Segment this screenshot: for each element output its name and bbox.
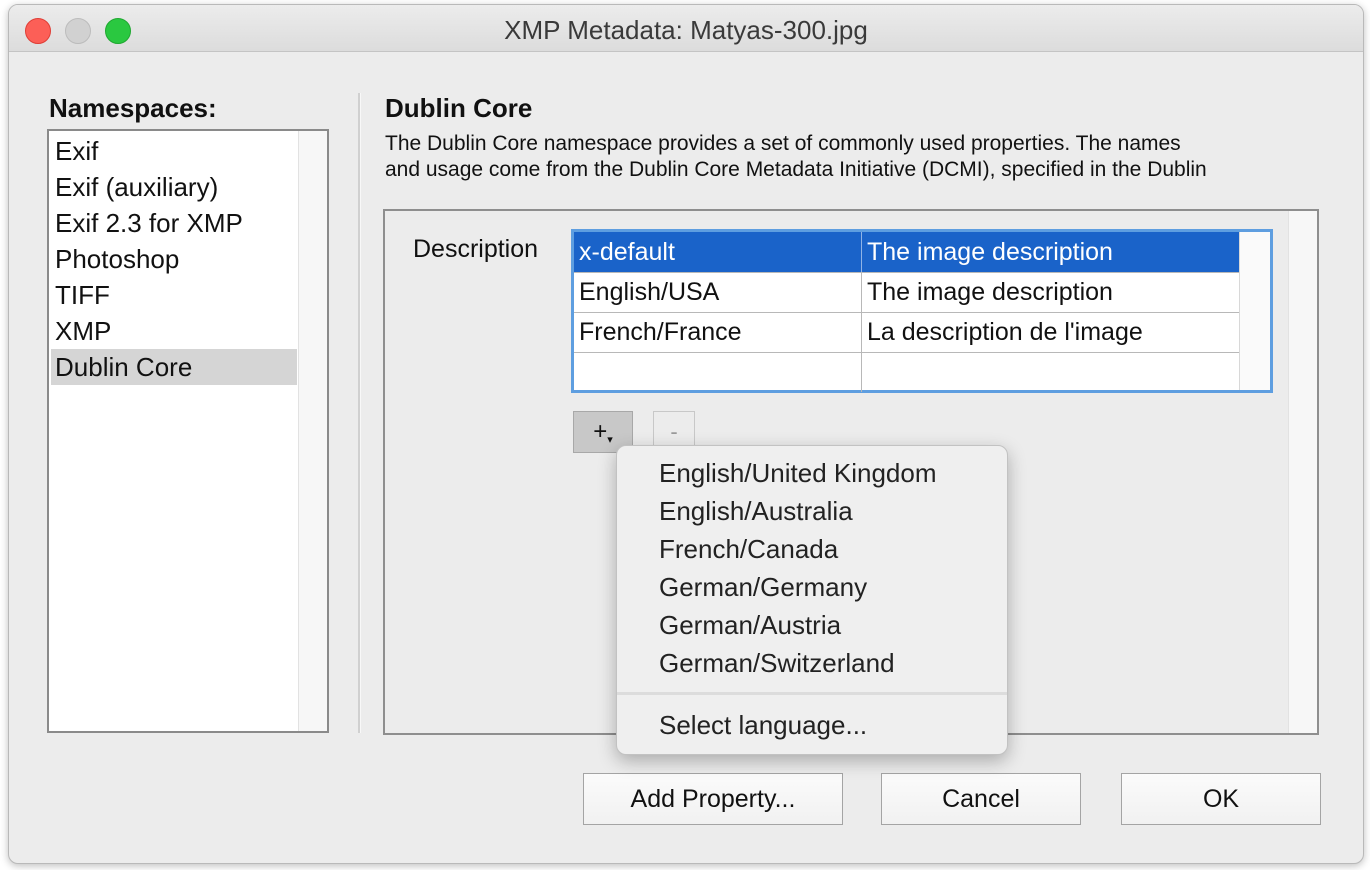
value-cell[interactable]: The image description [862, 232, 1240, 272]
language-cell[interactable]: x-default [574, 232, 862, 272]
namespaces-scrollbar[interactable] [298, 131, 327, 731]
menu-item-select-language[interactable]: Select language... [659, 706, 867, 744]
namespace-item-tiff[interactable]: TIFF [51, 277, 297, 313]
add-property-button[interactable]: Add Property... [583, 773, 843, 825]
value-cell[interactable]: La description de l'image [862, 312, 1240, 352]
menu-item-english-uk[interactable]: English/United Kingdom [659, 454, 937, 492]
table-row[interactable]: x-default The image description [574, 232, 1240, 273]
namespaces-heading: Namespaces: [49, 93, 217, 123]
menu-separator [617, 692, 1007, 695]
namespace-item-exif-2-3[interactable]: Exif 2.3 for XMP [51, 205, 297, 241]
menu-item-german-switzerland[interactable]: German/Switzerland [659, 644, 895, 682]
section-description-line-1: The Dublin Core namespace provides a set… [385, 132, 1181, 155]
menu-item-english-australia[interactable]: English/Australia [659, 492, 853, 530]
language-cell[interactable] [574, 352, 862, 392]
cancel-button[interactable]: Cancel [881, 773, 1081, 825]
section-title: Dublin Core [385, 93, 533, 123]
window-title: XMP Metadata: Matyas-300.jpg [504, 15, 868, 45]
language-alternatives-table[interactable]: x-default The image description English/… [571, 229, 1273, 393]
section-description: The Dublin Core namespace provides a set… [385, 131, 1315, 183]
panel-scrollbar[interactable] [1288, 211, 1317, 733]
section-description-line-2: and usage come from the Dublin Core Meta… [385, 158, 1207, 181]
table-row[interactable]: French/France La description de l'image [574, 312, 1240, 353]
namespace-item-exif[interactable]: Exif [51, 133, 297, 169]
xmp-metadata-window: XMP Metadata: Matyas-300.jpg Namespaces:… [8, 4, 1364, 864]
namespace-item-exif-auxiliary[interactable]: Exif (auxiliary) [51, 169, 297, 205]
table-row[interactable] [574, 352, 1240, 392]
split-divider[interactable] [358, 93, 361, 733]
table-scrollbar[interactable] [1239, 232, 1270, 390]
menu-item-french-canada[interactable]: French/Canada [659, 530, 838, 568]
property-label-description: Description [413, 235, 539, 263]
table-row[interactable]: English/USA The image description [574, 272, 1240, 313]
dropdown-arrow-icon: ▾ [607, 434, 613, 446]
namespaces-list[interactable]: Exif Exif (auxiliary) Exif 2.3 for XMP P… [47, 129, 329, 733]
language-dropdown-menu: English/United Kingdom English/Australia… [616, 445, 1008, 755]
value-cell[interactable] [862, 352, 1240, 392]
add-label: + [593, 418, 608, 445]
menu-item-german-germany[interactable]: German/Germany [659, 568, 867, 606]
namespace-item-dublin-core[interactable]: Dublin Core [51, 349, 297, 385]
title-bar: XMP Metadata: Matyas-300.jpg [9, 5, 1363, 52]
namespace-item-photoshop[interactable]: Photoshop [51, 241, 297, 277]
language-cell[interactable]: French/France [574, 312, 862, 352]
language-cell[interactable]: English/USA [574, 272, 862, 312]
ok-button[interactable]: OK [1121, 773, 1321, 825]
menu-item-german-austria[interactable]: German/Austria [659, 606, 841, 644]
namespace-item-xmp[interactable]: XMP [51, 313, 297, 349]
value-cell[interactable]: The image description [862, 272, 1240, 312]
